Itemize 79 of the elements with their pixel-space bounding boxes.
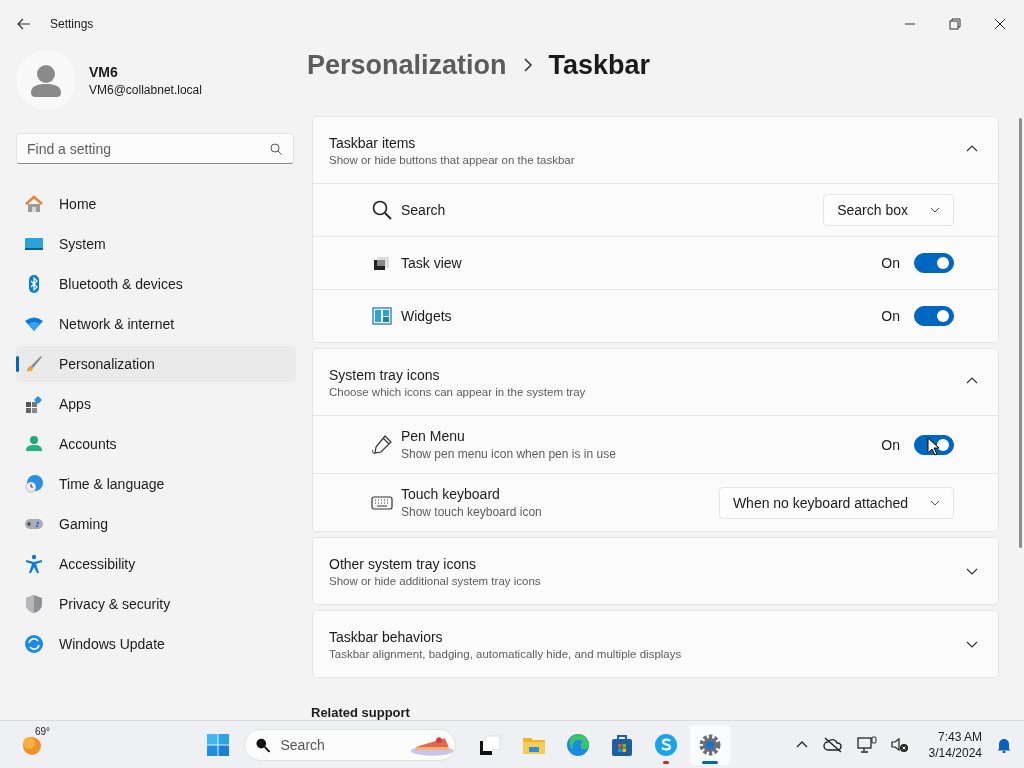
setting-label: Widgets bbox=[401, 308, 453, 324]
shield-icon bbox=[24, 594, 44, 614]
temperature[interactable]: 69° bbox=[35, 725, 51, 737]
window-title: Settings bbox=[50, 17, 94, 31]
chevron-right-icon bbox=[522, 58, 533, 72]
section-header[interactable]: Taskbar behaviors Taskbar alignment, badging, automatically hide, and multiple displays bbox=[313, 611, 998, 677]
section-description: Show or hide buttons that appear on the taskbar bbox=[329, 153, 575, 166]
section-description: Taskbar alignment, badging, automatically hide, and multiple displays bbox=[329, 647, 682, 660]
section-description: Choose which icons can appear in the system tray bbox=[329, 385, 586, 398]
search-icon bbox=[255, 736, 271, 753]
scrollbar[interactable] bbox=[1019, 118, 1022, 548]
store-bag-icon bbox=[610, 732, 634, 757]
user-email: VM6@collabnet.local bbox=[89, 82, 202, 97]
avatar-icon[interactable] bbox=[16, 50, 76, 110]
brush-icon bbox=[24, 354, 44, 374]
mouse-cursor-icon bbox=[927, 437, 940, 456]
nav-item[interactable]: System bbox=[16, 226, 296, 262]
nav-item[interactable]: Personalization bbox=[16, 346, 296, 382]
nav-item[interactable]: Accessibility bbox=[16, 546, 296, 582]
pen-icon bbox=[371, 433, 393, 456]
section-header[interactable]: Taskbar items Show or hide buttons that appear on the taskbar bbox=[313, 117, 998, 183]
start-icon[interactable] bbox=[206, 732, 230, 757]
search-icon bbox=[371, 199, 393, 221]
setting-label: Task view bbox=[401, 255, 463, 271]
toggle-state-label: On bbox=[881, 255, 900, 271]
speaker-muted-icon[interactable] bbox=[890, 736, 909, 753]
section-heading: Related support bbox=[311, 705, 411, 720]
nav-item[interactable]: Home bbox=[16, 186, 296, 222]
setting-label: Pen Menu bbox=[401, 428, 466, 444]
section-title: System tray icons bbox=[329, 366, 441, 383]
toggle-state-label: On bbox=[881, 436, 900, 453]
page-title: Taskbar bbox=[548, 49, 651, 81]
search-icon[interactable] bbox=[270, 143, 282, 155]
toggle-switch[interactable] bbox=[914, 253, 954, 273]
section-title: Taskbar items bbox=[329, 134, 417, 151]
dropdown[interactable]: When no keyboard attached bbox=[718, 486, 954, 519]
search-input[interactable]: Search bbox=[278, 735, 403, 754]
gear-icon bbox=[698, 732, 722, 757]
bell-icon[interactable] bbox=[996, 736, 1012, 753]
cloud-off-icon[interactable] bbox=[822, 736, 843, 753]
close-icon[interactable] bbox=[994, 18, 1006, 30]
setting-search-field[interactable]: Find a setting bbox=[16, 133, 294, 164]
home-icon bbox=[24, 194, 44, 214]
user-name: VM6 bbox=[89, 63, 119, 80]
task-view-icon bbox=[478, 732, 502, 757]
section-title: Other system tray icons bbox=[329, 555, 478, 572]
nav-item[interactable]: Privacy & security bbox=[16, 586, 296, 622]
nav-item[interactable]: Network & internet bbox=[16, 306, 296, 342]
dropdown[interactable]: Search box bbox=[823, 194, 954, 226]
setting-description: Show pen menu icon when pen is in use bbox=[401, 447, 617, 461]
nav-item[interactable]: Gaming bbox=[16, 506, 296, 542]
restore-icon[interactable] bbox=[949, 18, 961, 30]
setting-label: Search bbox=[401, 202, 447, 218]
toggle-state-label: On bbox=[881, 308, 900, 324]
nav-item[interactable]: Accounts bbox=[16, 426, 296, 462]
nav-item[interactable]: Bluetooth & devices bbox=[16, 266, 296, 302]
section-description: Show or hide additional system tray icons bbox=[329, 574, 541, 587]
breadcrumb-parent[interactable]: Personalization bbox=[307, 49, 507, 81]
globe-clock-icon bbox=[24, 474, 44, 494]
taskbar-search-bar[interactable]: Search bbox=[244, 728, 456, 761]
sync-icon bbox=[24, 634, 44, 654]
nav-item[interactable]: Apps bbox=[16, 386, 296, 422]
nav-item[interactable]: Time & language bbox=[16, 466, 296, 502]
apps-icon bbox=[24, 394, 44, 414]
section-header[interactable]: Other system tray icons Show or hide additional system tray icons bbox=[313, 538, 998, 604]
taskbar-clock[interactable]: 7:43 AM 3/14/2024 bbox=[928, 729, 982, 760]
back-arrow-icon[interactable] bbox=[17, 18, 31, 30]
toggle-switch[interactable] bbox=[914, 306, 954, 326]
chat-bubble-icon bbox=[654, 732, 678, 757]
browser-icon bbox=[566, 732, 590, 757]
widgets-icon bbox=[371, 305, 393, 327]
section-title: Taskbar behaviors bbox=[329, 628, 444, 645]
setting-description: Show touch keyboard icon bbox=[401, 505, 543, 519]
person-icon bbox=[24, 434, 44, 454]
setting-label: Touch keyboard bbox=[401, 486, 501, 502]
nav-item[interactable]: Windows Update bbox=[16, 626, 296, 662]
accessibility-icon bbox=[24, 554, 44, 574]
section-header[interactable]: System tray icons Choose which icons can appear in the system tray bbox=[313, 349, 998, 415]
chevron-down-icon bbox=[930, 205, 940, 215]
